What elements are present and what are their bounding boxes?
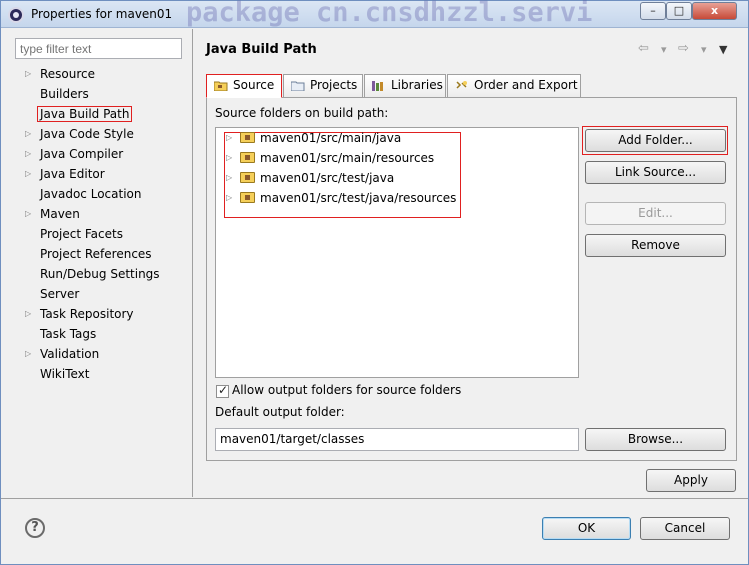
source-folders-label: Source folders on build path:	[215, 106, 389, 120]
list-item-label: maven01/src/main/java	[260, 131, 402, 145]
nav-item-validation[interactable]: ▷ Validation	[1, 345, 191, 365]
nav-item-maven[interactable]: ▷ Maven	[1, 205, 191, 225]
expand-arrow-icon[interactable]: ▷	[25, 305, 31, 323]
nav-item-resource[interactable]: ▷ Resource	[1, 65, 191, 85]
watermark-text: package cn.cnsdhzzl.servi	[186, 0, 593, 28]
expand-arrow-icon[interactable]: ▷	[25, 165, 31, 183]
default-output-label: Default output folder:	[215, 405, 345, 419]
cancel-button[interactable]: Cancel	[640, 517, 730, 540]
tab-label: Projects	[310, 78, 358, 92]
expand-arrow-icon[interactable]: ▷	[226, 188, 232, 208]
forward-menu-icon[interactable]: ▾	[701, 43, 707, 56]
tab-libraries[interactable]: Libraries	[364, 74, 446, 97]
nav-item-project-references[interactable]: Project References	[1, 245, 191, 265]
expand-arrow-icon[interactable]: ▷	[226, 168, 232, 188]
window-title: Properties for maven01	[31, 7, 173, 21]
tab-order-and-export[interactable]: Order and Export	[447, 74, 581, 97]
back-menu-icon[interactable]: ▾	[661, 43, 667, 56]
property-tree: ▷ Resource Builders Java Build Path ▷ Ja…	[1, 65, 191, 385]
forward-arrow-icon[interactable]: ⇨	[678, 41, 689, 56]
nav-item-java-build-path[interactable]: Java Build Path	[1, 105, 191, 125]
expand-arrow-icon[interactable]: ▷	[25, 345, 31, 363]
nav-item-label: Maven	[40, 207, 80, 221]
nav-item-label: Java Code Style	[40, 127, 134, 141]
filter-input[interactable]	[15, 38, 182, 59]
nav-item-run-debug-settings[interactable]: Run/Debug Settings	[1, 265, 191, 285]
nav-item-task-repository[interactable]: ▷ Task Repository	[1, 305, 191, 325]
nav-item-wikitext[interactable]: WikiText	[1, 365, 191, 385]
tab-label: Order and Export	[474, 78, 578, 92]
order-export-icon	[456, 81, 467, 89]
allow-output-checkbox[interactable]	[216, 383, 229, 398]
tab-label: Libraries	[391, 78, 443, 92]
browse-button[interactable]: Browse...	[585, 428, 726, 451]
add-folder-button[interactable]: Add Folder...	[585, 129, 726, 152]
source-tab-panel: Source folders on build path: ▷ maven01/…	[206, 97, 737, 461]
footer-divider	[1, 498, 748, 499]
nav-item-label: Java Build Path	[37, 106, 133, 122]
libraries-icon	[372, 81, 383, 91]
nav-item-label: WikiText	[40, 367, 90, 381]
nav-item-label: Validation	[40, 347, 100, 361]
source-folder-icon	[240, 132, 255, 143]
ok-button[interactable]: OK	[542, 517, 631, 540]
project-icon	[291, 81, 305, 91]
nav-item-project-facets[interactable]: Project Facets	[1, 225, 191, 245]
properties-dialog: Properties for maven01 package cn.cnsdhz…	[0, 0, 749, 565]
tab-label: Source	[233, 78, 275, 92]
source-folder-icon	[240, 172, 255, 183]
nav-item-label: Server	[40, 287, 80, 301]
title-bar[interactable]: Properties for maven01 package cn.cnsdhz…	[1, 0, 748, 28]
apply-button[interactable]: Apply	[646, 469, 736, 492]
source-folder-icon	[214, 81, 228, 91]
expand-arrow-icon[interactable]: ▷	[226, 128, 232, 148]
nav-item-task-tags[interactable]: Task Tags	[1, 325, 191, 345]
expand-arrow-icon[interactable]: ▷	[25, 125, 31, 143]
edit-button[interactable]: Edit...	[585, 202, 726, 225]
allow-output-label: Allow output folders for source folders	[232, 383, 462, 397]
list-item-label: maven01/src/test/java/resources	[260, 191, 457, 205]
list-item-label: maven01/src/main/resources	[260, 151, 435, 165]
expand-arrow-icon[interactable]: ▷	[25, 65, 31, 83]
tab-source[interactable]: Source	[206, 74, 282, 98]
maximize-button[interactable]: □	[666, 2, 692, 20]
nav-item-builders[interactable]: Builders	[1, 85, 191, 105]
source-folder-icon	[240, 152, 255, 163]
expand-arrow-icon[interactable]: ▷	[25, 145, 31, 163]
nav-item-label: Java Compiler	[40, 147, 124, 161]
nav-item-server[interactable]: Server	[1, 285, 191, 305]
sash-divider[interactable]	[192, 29, 193, 497]
expand-arrow-icon[interactable]: ▷	[226, 148, 232, 168]
nav-item-label: Task Repository	[40, 307, 134, 321]
nav-item-label: Resource	[40, 67, 96, 81]
close-button[interactable]: x	[692, 2, 737, 20]
view-menu-icon[interactable]: ▼	[719, 43, 727, 56]
remove-button[interactable]: Remove	[585, 234, 726, 257]
nav-item-label: Project References	[40, 247, 152, 261]
nav-item-label: Project Facets	[40, 227, 123, 241]
default-output-field[interactable]: maven01/target/classes	[215, 428, 579, 451]
source-folder-icon	[240, 192, 255, 203]
link-source-button[interactable]: Link Source...	[585, 161, 726, 184]
nav-item-label: Java Editor	[40, 167, 105, 181]
page-title: Java Build Path	[206, 42, 317, 57]
help-icon[interactable]: ?	[25, 518, 45, 538]
nav-item-label: Builders	[40, 87, 89, 101]
expand-arrow-icon[interactable]: ▷	[25, 205, 31, 223]
nav-item-java-editor[interactable]: ▷ Java Editor	[1, 165, 191, 185]
nav-item-java-code-style[interactable]: ▷ Java Code Style	[1, 125, 191, 145]
nav-item-javadoc-location[interactable]: Javadoc Location	[1, 185, 191, 205]
nav-item-java-compiler[interactable]: ▷ Java Compiler	[1, 145, 191, 165]
nav-item-label: Run/Debug Settings	[40, 267, 160, 281]
tab-projects[interactable]: Projects	[283, 74, 363, 97]
nav-item-label: Javadoc Location	[40, 187, 142, 201]
source-folder-list[interactable]: ▷ maven01/src/main/java ▷ maven01/src/ma…	[215, 127, 579, 378]
eclipse-icon	[8, 7, 24, 23]
back-arrow-icon[interactable]: ⇦	[638, 41, 649, 56]
list-item-label: maven01/src/test/java	[260, 171, 395, 185]
minimize-button[interactable]: –	[640, 2, 666, 20]
nav-item-label: Task Tags	[40, 327, 97, 341]
